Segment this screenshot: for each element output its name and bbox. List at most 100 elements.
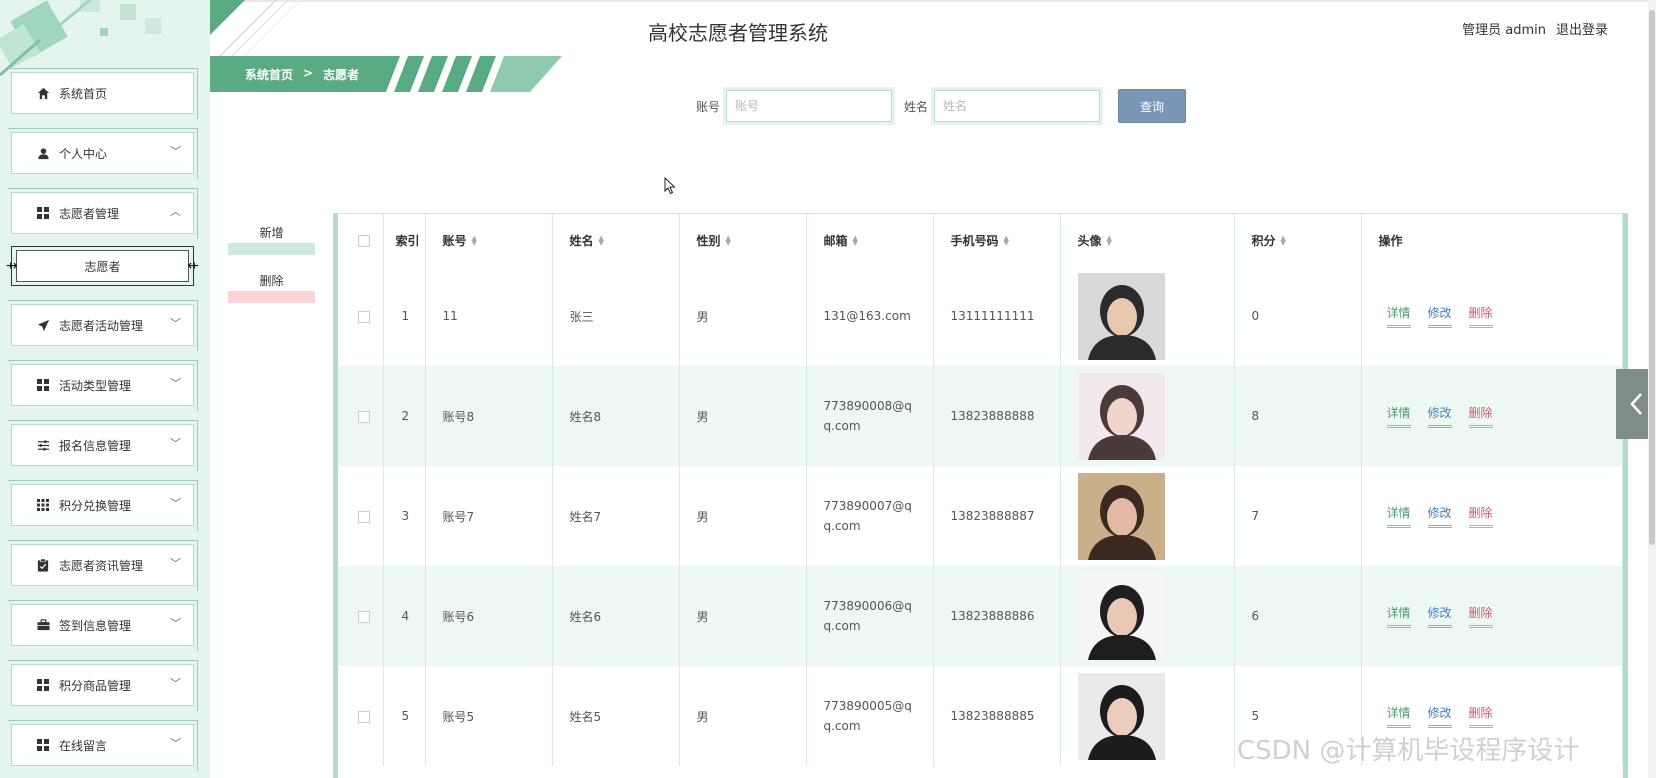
table-row: 2 账号8 姓名8 男 773890008@q q.com 13823888888 8 详情修… (338, 366, 1623, 466)
delete-row-button[interactable]: 删除 (1468, 704, 1493, 728)
table-row: 1 11 张三男 131@163.com 13111111111 0 详情 修改 删除 (338, 266, 1623, 366)
sort-icon[interactable]: ▲ ▼ (726, 235, 731, 247)
column-header-name[interactable]: 姓名 ▲ ▼ (552, 214, 680, 266)
avatar-image[interactable] (1077, 372, 1165, 460)
index-cell: 4 (383, 566, 426, 666)
grid-icon (36, 738, 50, 752)
chevron-down-icon: ﹀ (170, 617, 181, 630)
sidebar-item-label: 志愿者资讯管理 (59, 558, 144, 573)
breadcrumb: 系统首页 > 志愿者 (245, 66, 359, 83)
edit-button[interactable]: 修改 (1427, 304, 1452, 328)
chevron-down-icon: ﹀ (170, 377, 181, 390)
sort-icon[interactable]: ▲ ▼ (599, 235, 604, 247)
search-bar: 账号 姓名 查询 (696, 87, 1187, 125)
sort-icon[interactable]: ▲ ▼ (853, 235, 858, 247)
row-actions: 详情 修改 删除 (1379, 304, 1623, 328)
delete-row-button[interactable]: 删除 (1468, 504, 1493, 528)
add-button-bar (228, 243, 315, 255)
briefcase-icon (36, 618, 50, 632)
avatar-cell (1060, 266, 1235, 366)
sidebar-item-online-message[interactable]: 在线留言 ﹀ (8, 720, 198, 771)
sort-icon[interactable]: ▲ ▼ (1281, 235, 1286, 247)
breadcrumb-separator: > (303, 66, 314, 80)
row-checkbox[interactable] (358, 710, 370, 723)
column-header-points[interactable]: 积分 ▲ ▼ (1234, 214, 1362, 266)
avatar-cell (1060, 466, 1235, 566)
edit-button[interactable]: 修改 (1427, 604, 1452, 628)
phone-cell: 13823888888 (933, 366, 1061, 466)
row-checkbox[interactable] (358, 310, 370, 323)
detail-button[interactable]: 详情 (1386, 604, 1411, 628)
sidebar-item-personal-center[interactable]: 个人中心 ﹀ (8, 128, 198, 179)
points-cell: 6 (1234, 566, 1362, 666)
query-button[interactable]: 查询 (1118, 89, 1187, 123)
sidebar-item-home[interactable]: 系统首页 (8, 68, 198, 119)
sidebar-item-volunteer-management[interactable]: 志愿者管理 ︿ (8, 188, 198, 239)
delete-row-button[interactable]: 删除 (1468, 304, 1493, 328)
chevron-up-icon: ︿ (170, 205, 181, 218)
column-header-index: 索引 (383, 214, 426, 266)
detail-button[interactable]: 详情 (1386, 704, 1411, 728)
column-header-phone[interactable]: 手机号码 ▲ ▼ (933, 214, 1061, 266)
sidebar-item-points-exchange-management[interactable]: 积分兑换管理 ﹀ (8, 480, 198, 531)
sort-icon[interactable]: ▲ ▼ (472, 235, 477, 247)
user-area: 管理员 admin 退出登录 (1462, 19, 1608, 38)
sidebar-item-activity-management[interactable]: 志愿者活动管理 ﹀ (8, 300, 198, 351)
sidebar-decoration (0, 0, 161, 77)
page-scrollbar[interactable] (1648, 0, 1656, 778)
scrollbar-thumb[interactable] (1649, 10, 1655, 545)
edit-button[interactable]: 修改 (1427, 504, 1452, 528)
sidebar-item-label: 积分商品管理 (59, 678, 132, 693)
delete-row-button[interactable]: 删除 (1468, 604, 1493, 628)
sidebar-item-activity-type-management[interactable]: 活动类型管理 ﹀ (8, 360, 198, 411)
page-title: 高校志愿者管理系统 (648, 21, 828, 45)
chevron-down-icon: ﹀ (170, 317, 181, 330)
edit-button[interactable]: 修改 (1427, 404, 1452, 428)
sort-icon[interactable]: ▲ ▼ (1107, 235, 1112, 247)
row-select-cell (338, 466, 384, 566)
gender-cell: 男 (679, 266, 807, 366)
logout-link[interactable]: 退出登录 (1556, 19, 1608, 38)
current-user-label: 管理员 admin (1462, 23, 1546, 38)
name-search-input[interactable] (931, 87, 1104, 125)
column-label: 性别 (696, 233, 721, 248)
row-checkbox[interactable] (358, 510, 370, 523)
sidebar-item-checkin-management[interactable]: 签到信息管理 ﹀ (8, 600, 198, 651)
sort-icon[interactable]: ▲ ▼ (1004, 235, 1009, 247)
breadcrumb-home[interactable]: 系统首页 (245, 66, 293, 83)
detail-button[interactable]: 详情 (1386, 404, 1411, 428)
add-button[interactable]: 新增 (228, 224, 315, 255)
table-header-row: 索引 账号 ▲ ▼ 姓名 ▲ ▼ 性别 ▲ ▼ 邮箱 ▲ ▼ 手机号码 ▲ ▼ 头像 ▲ ▼ 积分 ▲ ▼ … (338, 214, 1623, 266)
avatar-image[interactable] (1077, 572, 1165, 660)
avatar-image[interactable] (1077, 472, 1165, 560)
avatar-image[interactable] (1077, 672, 1165, 760)
avatar-cell (1060, 666, 1235, 766)
select-all-checkbox[interactable] (358, 234, 370, 247)
column-label: 头像 (1077, 233, 1102, 248)
name-cell: 姓名7 (552, 466, 680, 566)
sidebar-item-label: 在线留言 (59, 738, 108, 753)
points-cell: 0 (1234, 266, 1362, 366)
column-header-gender[interactable]: 性别 ▲ ▼ (679, 214, 807, 266)
submenu-item-volunteer[interactable]: ⇸ 志愿者 ⇷ (6, 246, 199, 286)
account-search-input[interactable] (723, 87, 896, 125)
column-header-email[interactable]: 邮箱 ▲ ▼ (806, 214, 934, 266)
row-checkbox[interactable] (358, 610, 370, 623)
chevron-down-icon: ﹀ (170, 497, 181, 510)
detail-button[interactable]: 详情 (1386, 504, 1411, 528)
row-checkbox[interactable] (358, 410, 370, 423)
edit-button[interactable]: 修改 (1427, 704, 1452, 728)
column-label: 账号 (442, 233, 467, 248)
sidebar-item-news-management[interactable]: 志愿者资讯管理 ﹀ (8, 540, 198, 591)
column-header-account[interactable]: 账号 ▲ ▼ (425, 214, 553, 266)
detail-button[interactable]: 详情 (1386, 304, 1411, 328)
arrow-left-icon: ⇷ (187, 258, 199, 274)
avatar-image[interactable] (1077, 272, 1165, 360)
delete-row-button[interactable]: 删除 (1468, 404, 1493, 428)
column-header-avatar[interactable]: 头像 ▲ ▼ (1060, 214, 1235, 266)
row-select-cell (338, 366, 384, 466)
sidebar-item-signup-management[interactable]: 报名信息管理 ﹀ (8, 420, 198, 471)
delete-button[interactable]: 删除 (228, 272, 315, 303)
sidebar-item-points-goods-management[interactable]: 积分商品管理 ﹀ (8, 660, 198, 711)
chevron-down-icon: ﹀ (170, 437, 181, 450)
